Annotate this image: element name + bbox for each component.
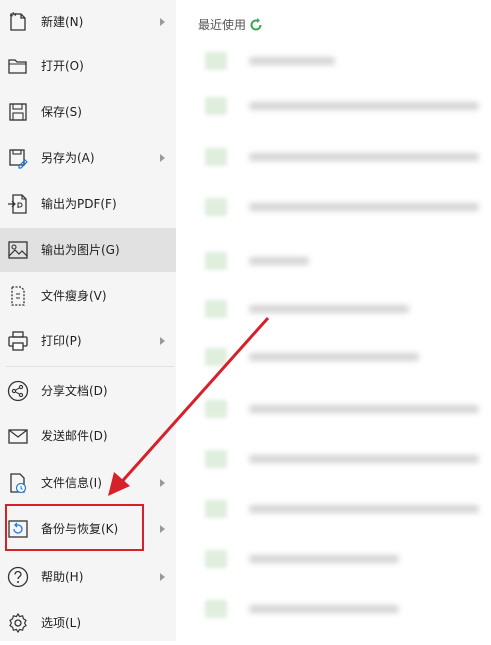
menu-item-open[interactable]: 打开(O) — [0, 44, 176, 88]
menu-item-print[interactable]: 打印(P) — [0, 319, 176, 363]
recent-file-name-blurred — [249, 153, 479, 161]
menu-item-export-pdf[interactable]: 输出为PDF(F) — [0, 182, 176, 226]
menu-item-options[interactable]: 选项(L) — [0, 601, 176, 645]
menu-item-file-info[interactable]: 文件信息(I) — [0, 461, 176, 505]
file-type-icon — [205, 600, 227, 618]
menu-item-new[interactable]: 新建(N) — [0, 0, 176, 44]
menu-item-label: 输出为图片(G) — [41, 243, 120, 257]
mail-icon — [7, 425, 29, 447]
recent-file-name-blurred — [249, 353, 419, 361]
file-type-icon — [205, 450, 227, 468]
menu-item-export-image[interactable]: 输出为图片(G) — [0, 228, 176, 272]
recent-file-name-blurred — [249, 605, 399, 613]
file-info-icon — [7, 472, 29, 494]
menu-item-label: 选项(L) — [41, 616, 82, 630]
recent-file-row[interactable] — [205, 97, 481, 115]
settings-gear-icon — [7, 612, 29, 634]
menu-item-file-slim[interactable]: 文件瘦身(V) — [0, 274, 176, 318]
recent-files-header: 最近使用 — [198, 16, 263, 33]
menu-item-label: 发送邮件(D) — [41, 429, 108, 443]
file-type-icon — [205, 148, 227, 166]
new-file-icon — [7, 11, 29, 33]
file-type-icon — [205, 252, 227, 270]
folder-open-icon — [7, 55, 29, 77]
refresh-icon[interactable] — [249, 17, 263, 32]
menu-item-save-as[interactable]: 另存为(A) — [0, 136, 176, 180]
save-as-icon — [7, 147, 29, 169]
menu-item-label: 打开(O) — [41, 59, 84, 73]
recent-file-name-blurred — [249, 203, 479, 211]
menu-item-label: 新建(N) — [41, 15, 84, 29]
recent-file-row[interactable] — [205, 500, 481, 518]
file-type-icon — [205, 198, 227, 216]
recent-file-row[interactable] — [205, 252, 315, 270]
menu-item-label: 帮助(H) — [41, 570, 84, 584]
recent-file-name-blurred — [249, 455, 479, 463]
printer-icon — [7, 330, 29, 352]
menu-item-label: 打印(P) — [41, 334, 82, 348]
menu-divider — [6, 366, 174, 367]
recent-file-row[interactable] — [205, 198, 481, 216]
annotation-highlight-box — [5, 504, 144, 551]
menu-item-label: 另存为(A) — [41, 151, 95, 165]
submenu-arrow-icon — [160, 18, 165, 26]
recent-file-row[interactable] — [205, 400, 481, 418]
recent-file-row[interactable] — [205, 300, 415, 318]
recent-file-row[interactable] — [205, 600, 405, 618]
export-image-icon — [7, 239, 29, 261]
recent-files-title: 最近使用 — [198, 18, 247, 32]
file-type-icon — [205, 52, 227, 70]
recent-file-row[interactable] — [205, 450, 481, 468]
submenu-arrow-icon — [160, 154, 165, 162]
help-icon — [7, 566, 29, 588]
menu-item-label: 文件信息(I) — [41, 476, 102, 490]
recent-file-row[interactable] — [205, 348, 425, 366]
submenu-arrow-icon — [160, 337, 165, 345]
recent-file-name-blurred — [249, 102, 479, 110]
save-icon — [7, 101, 29, 123]
share-icon — [7, 380, 29, 402]
recent-file-row[interactable] — [205, 148, 481, 166]
recent-file-name-blurred — [249, 555, 399, 563]
submenu-arrow-icon — [160, 525, 165, 533]
recent-file-name-blurred — [249, 305, 409, 313]
recent-file-row[interactable] — [205, 550, 405, 568]
file-type-icon — [205, 400, 227, 418]
recent-file-name-blurred — [249, 505, 479, 513]
file-type-icon — [205, 550, 227, 568]
file-type-icon — [205, 300, 227, 318]
menu-item-send-email[interactable]: 发送邮件(D) — [0, 414, 176, 458]
menu-item-label: 文件瘦身(V) — [41, 289, 107, 303]
file-type-icon — [205, 97, 227, 115]
file-slim-icon — [7, 285, 29, 307]
menu-item-save[interactable]: 保存(S) — [0, 90, 176, 134]
menu-item-label: 分享文档(D) — [41, 384, 108, 398]
recent-file-row[interactable] — [205, 52, 345, 70]
export-pdf-icon — [7, 193, 29, 215]
file-type-icon — [205, 500, 227, 518]
recent-file-name-blurred — [249, 57, 335, 65]
recent-file-name-blurred — [249, 257, 309, 265]
menu-item-share-document[interactable]: 分享文档(D) — [0, 369, 176, 413]
recent-file-name-blurred — [249, 405, 479, 413]
submenu-arrow-icon — [160, 479, 165, 487]
menu-item-label: 保存(S) — [41, 105, 82, 119]
menu-item-label: 输出为PDF(F) — [41, 197, 117, 211]
submenu-arrow-icon — [160, 573, 165, 581]
file-type-icon — [205, 348, 227, 366]
menu-item-help[interactable]: 帮助(H) — [0, 555, 176, 599]
